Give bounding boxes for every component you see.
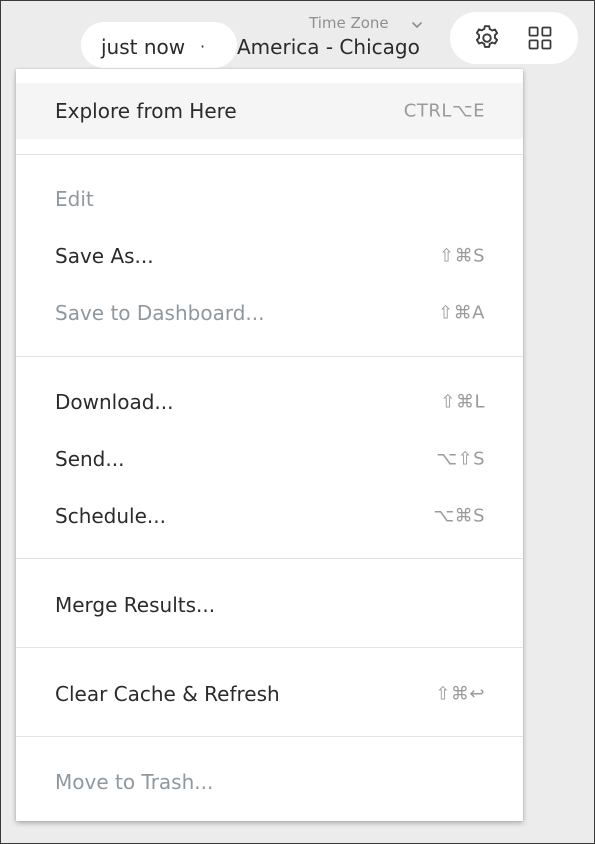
- menu-item-label: Explore from Here: [55, 99, 237, 123]
- menu-item-shortcut: ⇧⌘S: [438, 245, 485, 267]
- timezone-label[interactable]: Time Zone: [309, 12, 389, 34]
- chevron-down-icon[interactable]: [410, 15, 424, 28]
- menu-item-schedule[interactable]: Schedule... ⌥⌘S: [16, 488, 523, 544]
- menu-item-shortcut: ⌥⇧S: [436, 448, 485, 470]
- menu-item-label: Download...: [55, 390, 174, 414]
- gear-icon[interactable]: [470, 21, 504, 55]
- timezone-dropdown[interactable]: America - Chicago: [237, 33, 420, 61]
- menu-item-merge-results[interactable]: Merge Results...: [16, 577, 523, 633]
- menu-item-label: Schedule...: [55, 504, 166, 528]
- last-run-time: just now: [101, 35, 186, 59]
- menu-divider: [16, 647, 523, 648]
- menu-item-save-to-dashboard[interactable]: Save to Dashboard... ⇧⌘A: [16, 285, 523, 341]
- grid-icon[interactable]: [523, 21, 557, 55]
- menu-item-shortcut: ⇧⌘↩: [435, 683, 485, 705]
- menu-item-shortcut: CTRL⌥E: [403, 100, 485, 122]
- menu-item-label: Move to Trash...: [55, 770, 214, 794]
- menu-item-label: Merge Results...: [55, 593, 216, 617]
- menu-divider: [16, 154, 523, 155]
- menu-divider: [16, 558, 523, 559]
- menu-divider: [16, 356, 523, 357]
- menu-item-shortcut: ⇧⌘A: [438, 302, 485, 324]
- menu-item-label: Clear Cache & Refresh: [55, 682, 280, 706]
- menu-item-label: Send...: [55, 447, 125, 471]
- menu-item-label: Edit: [55, 187, 94, 211]
- top-bar: just now · Time Zone America - Chicago: [1, 1, 595, 69]
- menu-item-label: Save to Dashboard...: [55, 301, 265, 325]
- menu-item-download[interactable]: Download... ⇧⌘L: [16, 374, 523, 430]
- menu-item-edit[interactable]: Edit: [16, 171, 523, 227]
- menu-item-save-as[interactable]: Save As... ⇧⌘S: [16, 228, 523, 284]
- menu-item-move-to-trash[interactable]: Move to Trash...: [16, 754, 523, 810]
- actions-menu: Explore from Here CTRL⌥E Edit Save As...…: [16, 69, 523, 821]
- menu-item-label: Save As...: [55, 244, 154, 268]
- menu-item-send[interactable]: Send... ⌥⇧S: [16, 431, 523, 487]
- menu-item-clear-cache-refresh[interactable]: Clear Cache & Refresh ⇧⌘↩: [16, 666, 523, 722]
- menu-item-explore-from-here[interactable]: Explore from Here CTRL⌥E: [16, 83, 523, 139]
- time-separator: ·: [200, 37, 206, 56]
- menu-item-shortcut: ⇧⌘L: [440, 391, 485, 413]
- menu-divider: [16, 736, 523, 737]
- menu-item-shortcut: ⌥⌘S: [433, 505, 485, 527]
